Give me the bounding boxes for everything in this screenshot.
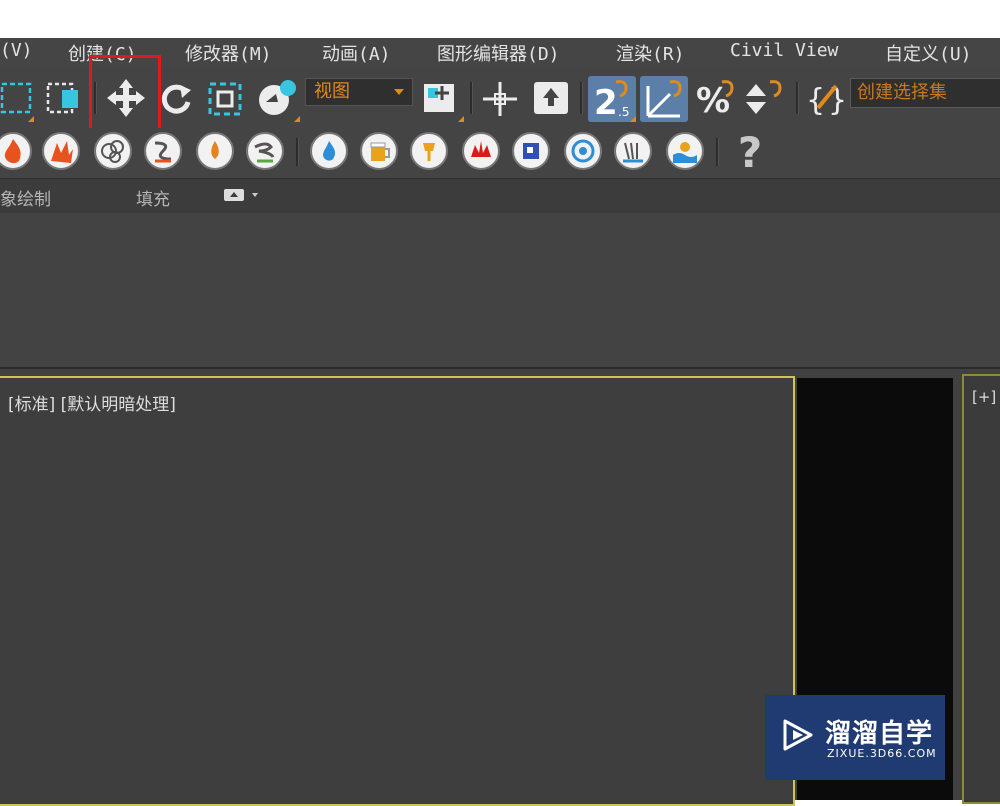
keyboard-override-icon [534, 82, 568, 114]
pivot-point-button[interactable] [420, 78, 460, 116]
spinner-snap-toggle-button[interactable] [742, 78, 784, 118]
waterfall-effect-button[interactable] [614, 132, 652, 170]
crosshair-icon [483, 82, 517, 116]
menu-modifiers[interactable]: 修改器(M) [185, 40, 272, 66]
menu-customize[interactable]: 自定义(U) [885, 40, 972, 66]
select-and-place-button[interactable] [256, 78, 300, 118]
question-mark-icon: ? [737, 127, 763, 177]
pour-liquid-button[interactable] [410, 132, 448, 170]
named-selection-icon: { } [806, 83, 846, 118]
rect-select-icon [0, 82, 32, 114]
play-logo-icon [783, 719, 813, 751]
percent-snap-icon: % [696, 80, 734, 118]
percent-snap-toggle-button[interactable]: % [694, 78, 736, 118]
ribbon-minimize-icon [224, 189, 258, 201]
flyout-indicator [458, 116, 464, 122]
ribbon-options-dropdown[interactable] [224, 187, 260, 203]
window-crossing-button[interactable] [44, 80, 84, 116]
splash-icon [471, 141, 491, 157]
coordinate-system-value: 视图 [314, 81, 350, 102]
reference-coordinate-system-dropdown[interactable]: 视图 [305, 78, 413, 106]
svg-text:}: } [828, 83, 846, 118]
ribbon-tab-bar: 象绘制 填充 [0, 178, 1000, 214]
snaps-toggle-button[interactable]: 2 .5 [588, 76, 636, 122]
keyboard-shortcut-override-button[interactable] [530, 78, 572, 118]
place-icon [259, 80, 296, 115]
wind-effect-button[interactable] [246, 132, 284, 170]
water-drop-icon [323, 141, 336, 161]
toolbar-separator [470, 82, 473, 114]
container-icon [523, 143, 539, 159]
watermark-title: 溜溜自学 [825, 719, 934, 749]
watermark-subtitle: ZIXUE.3D66.COM [827, 747, 937, 760]
svg-text:2: 2 [594, 83, 618, 122]
select-region-button[interactable] [0, 80, 34, 116]
ocean-effect-button[interactable] [666, 132, 704, 170]
flyout-indicator [630, 116, 636, 122]
watermark-logo: 溜溜自学 ZIXUE.3D66.COM [765, 695, 945, 780]
flame-icon [211, 141, 219, 159]
fire-icon [4, 139, 21, 164]
splash-effect-button[interactable] [462, 132, 500, 170]
smoke-effect-button[interactable] [94, 132, 132, 170]
select-and-scale-button[interactable] [206, 80, 246, 118]
scale-icon [208, 82, 242, 116]
waterfall-icon [623, 142, 643, 163]
right-viewport[interactable]: [+] [962, 374, 1000, 804]
main-viewport[interactable]: [标准] [默认明暗处理] [0, 376, 795, 806]
beer-mug-icon [370, 142, 390, 161]
menu-civil-view[interactable]: Civil View [730, 40, 838, 61]
toolbar-separator [796, 82, 799, 114]
chevron-down-icon [394, 89, 404, 95]
menu-view[interactable]: (V) [0, 40, 33, 61]
liquid-container-button[interactable] [512, 132, 550, 170]
highlight-annotation-box [89, 55, 161, 131]
snap-2-5-icon: 2 .5 [594, 80, 629, 122]
svg-text:.5: .5 [618, 105, 629, 119]
pour-icon [423, 143, 435, 161]
rotate-icon [161, 84, 191, 114]
flyout-indicator [28, 116, 34, 122]
candle-effect-button[interactable] [196, 132, 234, 170]
vortex-icon [571, 139, 595, 163]
viewport-label[interactable]: [标准] [默认明暗处理] [8, 390, 176, 415]
explosion-effect-button[interactable] [42, 132, 80, 170]
edit-named-selection-button[interactable]: { } [804, 78, 846, 118]
menu-rendering[interactable]: 渲染(R) [616, 40, 685, 66]
toolbar-separator [296, 138, 299, 166]
toolbar-separator [580, 82, 583, 114]
ocean-icon [673, 142, 697, 163]
toolbar-separator [716, 138, 719, 166]
ribbon-tab-populate[interactable]: 填充 [136, 185, 170, 210]
ribbon-panel [0, 213, 1000, 369]
svg-text:%: % [696, 81, 730, 118]
help-button[interactable]: ? [730, 127, 770, 177]
window-crossing-icon [46, 82, 78, 114]
select-and-rotate-button[interactable] [158, 80, 196, 118]
screen-top-margin [0, 0, 1000, 38]
select-manipulate-button[interactable] [480, 80, 520, 118]
smoke-icon [101, 140, 124, 163]
viewport-menu-button[interactable]: [+] [972, 388, 996, 406]
menu-graph-editors[interactable]: 图形编辑器(D) [437, 40, 560, 66]
ribbon-tab-object-paint[interactable]: 象绘制 [0, 185, 51, 210]
spinner-snap-icon [746, 80, 782, 114]
explosion-icon [51, 141, 73, 163]
steam-effect-button[interactable] [144, 132, 182, 170]
create-selection-set-field[interactable]: 创建选择集 [850, 78, 1000, 108]
angle-snap-icon [646, 80, 682, 118]
flyout-indicator [294, 116, 300, 122]
angle-snap-toggle-button[interactable] [640, 76, 688, 122]
selection-set-placeholder: 创建选择集 [857, 82, 947, 103]
pivot-center-icon [424, 84, 454, 112]
steam-icon [154, 141, 172, 163]
wind-icon [254, 142, 275, 163]
menu-animation[interactable]: 动画(A) [322, 40, 391, 66]
liquid-fill-button[interactable] [360, 132, 398, 170]
water-splash-button[interactable] [310, 132, 348, 170]
vortex-effect-button[interactable] [564, 132, 602, 170]
